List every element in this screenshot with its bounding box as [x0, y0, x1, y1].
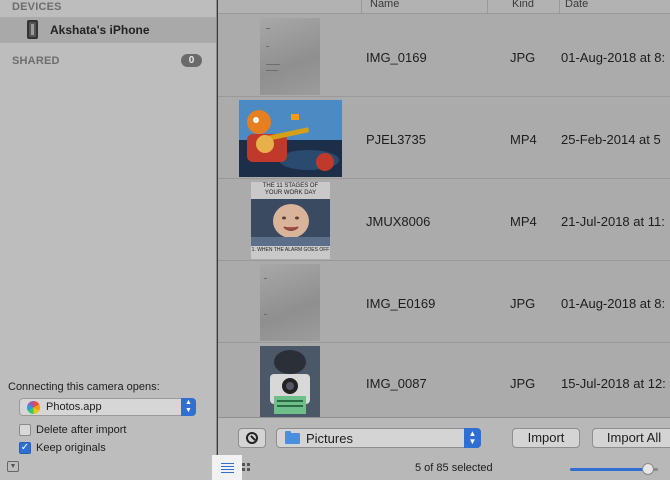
file-kind: JPG — [510, 376, 536, 391]
chevron-updown-icon: ▲ ▼ — [181, 398, 196, 416]
thumbnail-image — [260, 264, 320, 341]
import-destination-value: Pictures — [306, 431, 353, 446]
thumbnail-image: THE 11 STAGES OF YOUR WORK DAY 1. WHEN T… — [251, 182, 330, 259]
delete-after-import-checkbox[interactable] — [19, 424, 31, 436]
camera-opens-value: Photos.app — [46, 401, 102, 413]
file-kind: MP4 — [510, 214, 537, 229]
baby-photo — [251, 199, 330, 246]
file-date: 25-Feb-2014 at 5 — [561, 132, 661, 147]
keep-originals-label: Keep originals — [36, 442, 106, 454]
column-divider — [361, 0, 362, 13]
file-kind: JPG — [510, 296, 536, 311]
table-row[interactable]: PJEL3735 MP4 25-Feb-2014 at 5 — [218, 97, 670, 179]
thumbnail-image — [260, 346, 320, 417]
import-destination-select[interactable]: Pictures ▲ ▼ — [276, 428, 481, 448]
table-row[interactable]: IMG_0169 JPG 01-Aug-2018 at 8: — [218, 15, 670, 97]
thumbnail-image — [260, 18, 320, 95]
grid-view-button[interactable] — [242, 463, 252, 473]
column-date-header[interactable]: Date — [565, 0, 588, 10]
list-view-button[interactable] — [212, 455, 242, 480]
delete-after-import-label: Delete after import — [36, 424, 127, 436]
photos-app-icon — [27, 401, 40, 414]
shared-count-badge: 0 — [181, 54, 202, 67]
file-name: PJEL3735 — [366, 132, 426, 147]
delete-after-import-option[interactable]: Delete after import — [19, 423, 149, 437]
sidebar-item-device[interactable]: Akshata's iPhone — [0, 17, 216, 43]
meme-title-line2: YOUR WORK DAY — [264, 190, 317, 196]
keep-originals-checkbox[interactable]: ✓ — [19, 442, 31, 454]
file-date: 21-Jul-2018 at 11: — [561, 214, 665, 229]
bottom-toolbar: Pictures ▲ ▼ Import Import All 5 of 85 se… — [218, 417, 670, 480]
import-all-button[interactable]: Import All — [592, 428, 670, 448]
import-button[interactable]: Import — [512, 428, 580, 448]
meme-title-line1: THE 11 STAGES OF — [262, 183, 319, 189]
column-kind-header[interactable]: Kind — [512, 0, 534, 10]
selection-status: 5 of 85 selected — [415, 462, 493, 474]
iphone-icon — [27, 20, 38, 39]
no-entry-icon — [246, 432, 258, 444]
file-name: IMG_0087 — [366, 376, 427, 391]
table-row[interactable]: IMG_0087 JPG 15-Jul-2018 at 12: — [218, 343, 670, 417]
file-list: Name Kind Date IMG_0169 JPG 01-Aug-2018 … — [218, 0, 670, 417]
chevron-updown-icon: ▲ ▼ — [464, 428, 481, 448]
table-row[interactable]: IMG_E0169 JPG 01-Aug-2018 at 8: — [218, 261, 670, 343]
file-kind: JPG — [510, 50, 536, 65]
column-name-header[interactable]: Name — [370, 0, 399, 10]
cancel-import-button[interactable] — [238, 428, 266, 448]
drawer-toggle-icon[interactable]: ▼ — [7, 461, 19, 472]
file-date: 01-Aug-2018 at 8: — [561, 50, 666, 65]
table-row[interactable]: THE 11 STAGES OF YOUR WORK DAY 1. WHEN T… — [218, 179, 670, 261]
thumbnail-image — [239, 100, 342, 177]
file-name: IMG_0169 — [366, 50, 427, 65]
file-kind: MP4 — [510, 132, 537, 147]
column-header: Name Kind Date — [218, 0, 670, 14]
slider-fill — [570, 468, 648, 471]
sidebar: DEVICES Akshata's iPhone SHARED 0 Connec… — [0, 0, 217, 480]
camera-opens-label: Connecting this camera opens: — [8, 381, 160, 393]
camera-opens-select[interactable]: Photos.app ▲ ▼ — [19, 398, 196, 416]
thumbnail-size-slider[interactable] — [570, 463, 658, 475]
slider-knob[interactable] — [642, 463, 654, 475]
file-name: JMUX8006 — [366, 214, 431, 229]
keep-originals-option[interactable]: ✓ Keep originals — [19, 441, 129, 455]
devices-section-label: DEVICES — [12, 1, 62, 13]
device-name: Akshata's iPhone — [50, 23, 150, 37]
meme-caption: 1. WHEN THE ALARM GOES OFF — [251, 247, 330, 253]
file-date: 01-Aug-2018 at 8: — [561, 296, 666, 311]
file-date: 15-Jul-2018 at 12: — [561, 376, 666, 391]
folder-icon — [285, 431, 300, 444]
file-name: IMG_E0169 — [366, 296, 436, 311]
column-divider — [559, 0, 560, 13]
column-divider — [487, 0, 488, 13]
shared-section-label: SHARED — [12, 55, 60, 67]
